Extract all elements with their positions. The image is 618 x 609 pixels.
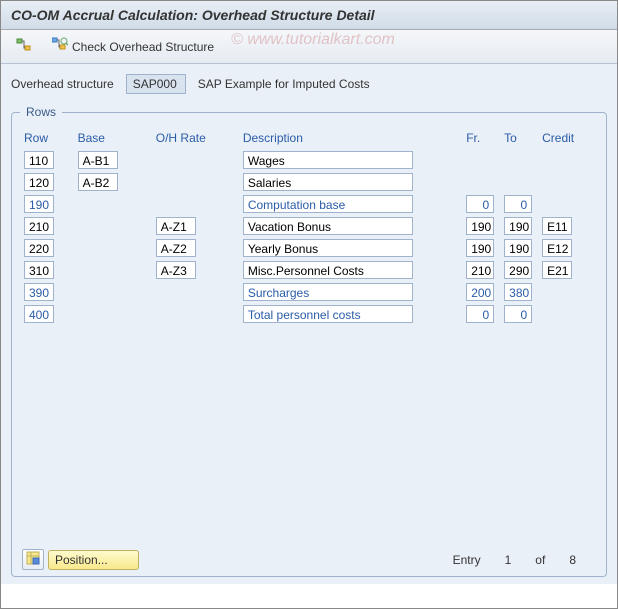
overhead-structure-label: Overhead structure xyxy=(11,77,114,91)
rows-group: Rows Row Base O/H Rate Description Fr. T… xyxy=(11,112,607,577)
col-to[interactable]: To xyxy=(502,127,540,149)
cell-row[interactable]: 400 xyxy=(24,305,54,323)
cell-description[interactable]: Wages xyxy=(243,151,413,169)
cell-base[interactable]: A-B2 xyxy=(78,173,118,191)
cell-from[interactable]: 190 xyxy=(466,217,494,235)
table-row: 400 Total personnel costs 00 xyxy=(22,303,596,325)
overhead-structure-value: SAP000 xyxy=(126,74,186,94)
table-footer: Position... Entry 1 of 8 xyxy=(22,549,596,570)
cell-description[interactable]: Yearly Bonus xyxy=(243,239,413,257)
cell-from[interactable]: 0 xyxy=(466,305,494,323)
main-area: Rows Row Base O/H Rate Description Fr. T… xyxy=(1,104,617,584)
cell-row[interactable]: 390 xyxy=(24,283,54,301)
position-label: Position... xyxy=(55,553,108,567)
toggle-structure-button[interactable] xyxy=(9,34,39,59)
cell-credit[interactable]: E11 xyxy=(542,217,572,235)
overhead-rows-table: Row Base O/H Rate Description Fr. To Cre… xyxy=(22,127,596,325)
cell-from[interactable]: 200 xyxy=(466,283,494,301)
cell-rate[interactable]: A-Z3 xyxy=(156,261,196,279)
cell-description[interactable]: Vacation Bonus xyxy=(243,217,413,235)
header-info: Overhead structure SAP000 SAP Example fo… xyxy=(1,64,617,104)
table-row: 210 A-Z1 Vacation Bonus 190 190 E11 xyxy=(22,215,596,237)
table-row: 110 A-B1 Wages xyxy=(22,149,596,171)
table-row: 390 Surcharges 200 380 xyxy=(22,281,596,303)
table-row: 310 A-Z3 Misc.Personnel Costs 210 290 E21 xyxy=(22,259,596,281)
cell-to[interactable]: 0 xyxy=(504,195,532,213)
check-structure-label: Check Overhead Structure xyxy=(72,40,214,54)
table-settings-icon xyxy=(26,551,40,568)
col-base[interactable]: Base xyxy=(76,127,154,149)
check-structure-button[interactable]: Check Overhead Structure xyxy=(45,34,221,59)
table-row: 120 A-B2 Salaries xyxy=(22,171,596,193)
cell-row[interactable]: 110 xyxy=(24,151,54,169)
col-desc[interactable]: Description xyxy=(241,127,464,149)
col-rate[interactable]: O/H Rate xyxy=(154,127,241,149)
cell-to[interactable]: 190 xyxy=(504,239,532,257)
overhead-structure-desc: SAP Example for Imputed Costs xyxy=(198,77,370,91)
cell-description[interactable]: Salaries xyxy=(243,173,413,191)
cell-description[interactable]: Computation base xyxy=(243,195,413,213)
rows-group-title: Rows xyxy=(20,105,62,119)
col-row[interactable]: Row xyxy=(22,127,76,149)
cell-rate[interactable]: A-Z2 xyxy=(156,239,196,257)
cell-from[interactable]: 0 xyxy=(466,195,494,213)
cell-row[interactable]: 190 xyxy=(24,195,54,213)
cell-base[interactable]: A-B1 xyxy=(78,151,118,169)
cell-row[interactable]: 210 xyxy=(24,217,54,235)
position-button[interactable]: Position... xyxy=(48,550,139,570)
cell-rate[interactable]: A-Z1 xyxy=(156,217,196,235)
cell-to[interactable]: 290 xyxy=(504,261,532,279)
col-credit[interactable]: Credit xyxy=(540,127,596,149)
cell-credit[interactable]: E12 xyxy=(542,239,572,257)
cell-to[interactable]: 380 xyxy=(504,283,532,301)
toolbar: Check Overhead Structure xyxy=(1,30,617,64)
table-row: 220 A-Z2 Yearly Bonus 190 190 E12 xyxy=(22,237,596,259)
cell-description[interactable]: Misc.Personnel Costs xyxy=(243,261,413,279)
cell-to[interactable]: 0 xyxy=(504,305,532,323)
table-row: 190 Computation base 00 xyxy=(22,193,596,215)
cell-from[interactable]: 190 xyxy=(466,239,494,257)
cell-credit[interactable]: E21 xyxy=(542,261,572,279)
cell-from[interactable]: 210 xyxy=(466,261,494,279)
cell-to[interactable]: 190 xyxy=(504,217,532,235)
hierarchy-icon xyxy=(16,37,32,56)
col-fr[interactable]: Fr. xyxy=(464,127,502,149)
cell-row[interactable]: 310 xyxy=(24,261,54,279)
cell-description[interactable]: Surcharges xyxy=(243,283,413,301)
entry-counter: Entry 1 of 8 xyxy=(453,553,596,567)
window-title: CO-OM Accrual Calculation: Overhead Stru… xyxy=(1,1,617,30)
cell-description[interactable]: Total personnel costs xyxy=(243,305,413,323)
cell-row[interactable]: 120 xyxy=(24,173,54,191)
cell-row[interactable]: 220 xyxy=(24,239,54,257)
check-hierarchy-icon xyxy=(52,37,68,56)
table-settings-button[interactable] xyxy=(22,549,44,570)
